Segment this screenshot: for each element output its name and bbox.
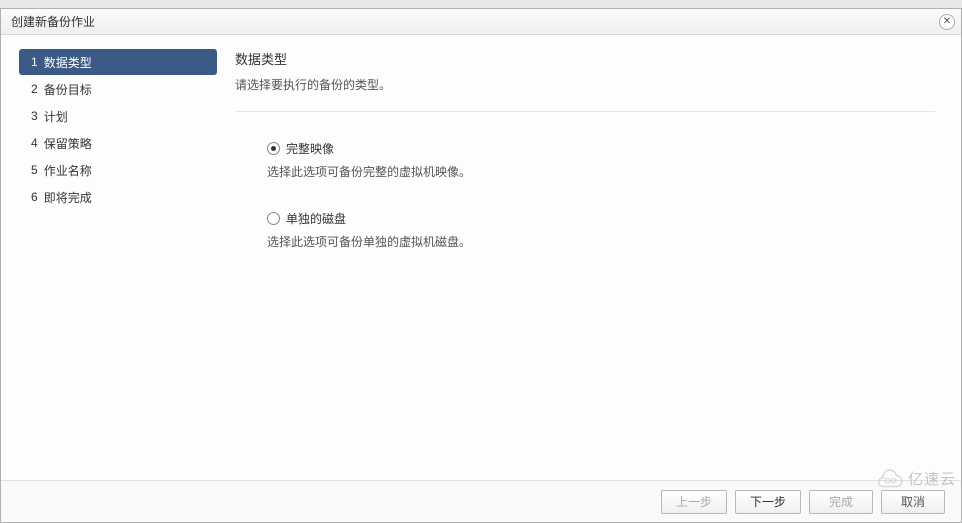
step-schedule[interactable]: 3 计划 — [19, 103, 217, 129]
button-label: 取消 — [901, 493, 925, 510]
radio-icon — [267, 142, 280, 155]
step-number: 2 — [31, 82, 38, 96]
option-label: 单独的磁盘 — [286, 210, 346, 227]
step-label: 即将完成 — [44, 189, 92, 206]
options-group: 完整映像 选择此选项可备份完整的虚拟机映像。 单独的磁盘 选择此选项可备份单独的… — [235, 140, 935, 280]
button-label: 下一步 — [750, 493, 786, 510]
step-label: 保留策略 — [44, 135, 92, 152]
step-number: 4 — [31, 136, 38, 150]
step-data-type[interactable]: 1 数据类型 — [19, 49, 217, 75]
close-button[interactable]: ✕ — [939, 14, 955, 30]
option-individual-disk: 单独的磁盘 选择此选项可备份单独的虚拟机磁盘。 — [267, 210, 935, 250]
finish-button[interactable]: 完成 — [809, 490, 873, 514]
option-full-image: 完整映像 选择此选项可备份完整的虚拟机映像。 — [267, 140, 935, 180]
next-button[interactable]: 下一步 — [735, 490, 801, 514]
wizard-content: 数据类型 请选择要执行的备份的类型。 完整映像 选择此选项可备份完整的虚拟机映像… — [235, 49, 943, 480]
button-label: 上一步 — [676, 493, 712, 510]
radio-icon — [267, 212, 280, 225]
option-description: 选择此选项可备份完整的虚拟机映像。 — [267, 163, 935, 180]
step-job-name[interactable]: 5 作业名称 — [19, 157, 217, 183]
dialog-footer: 上一步 下一步 完成 取消 — [1, 480, 961, 522]
radio-individual-disk[interactable]: 单独的磁盘 — [267, 210, 935, 227]
step-label: 作业名称 — [44, 162, 92, 179]
option-label: 完整映像 — [286, 140, 334, 157]
option-description: 选择此选项可备份单独的虚拟机磁盘。 — [267, 233, 935, 250]
dialog-title: 创建新备份作业 — [11, 13, 95, 30]
step-label: 计划 — [44, 108, 68, 125]
close-icon: ✕ — [943, 16, 951, 27]
step-backup-target[interactable]: 2 备份目标 — [19, 76, 217, 102]
divider — [235, 111, 935, 112]
step-ready-complete[interactable]: 6 即将完成 — [19, 184, 217, 210]
wizard-sidebar: 1 数据类型 2 备份目标 3 计划 4 保留策略 5 作业名称 6 即将完成 — [19, 49, 217, 480]
step-number: 1 — [31, 55, 38, 69]
step-label: 数据类型 — [44, 54, 92, 71]
step-number: 5 — [31, 163, 38, 177]
step-retention-policy[interactable]: 4 保留策略 — [19, 130, 217, 156]
dialog-create-backup-job: 创建新备份作业 ✕ 1 数据类型 2 备份目标 3 计划 4 保留策略 — [0, 8, 962, 523]
dialog-titlebar: 创建新备份作业 ✕ — [1, 9, 961, 35]
page-subtitle: 请选择要执行的备份的类型。 — [235, 76, 935, 93]
button-label: 完成 — [829, 493, 853, 510]
cancel-button[interactable]: 取消 — [881, 490, 945, 514]
prev-button[interactable]: 上一步 — [661, 490, 727, 514]
step-label: 备份目标 — [44, 81, 92, 98]
step-number: 3 — [31, 109, 38, 123]
page-title: 数据类型 — [235, 49, 935, 68]
step-number: 6 — [31, 190, 38, 204]
dialog-body: 1 数据类型 2 备份目标 3 计划 4 保留策略 5 作业名称 6 即将完成 — [1, 35, 961, 480]
radio-full-image[interactable]: 完整映像 — [267, 140, 935, 157]
